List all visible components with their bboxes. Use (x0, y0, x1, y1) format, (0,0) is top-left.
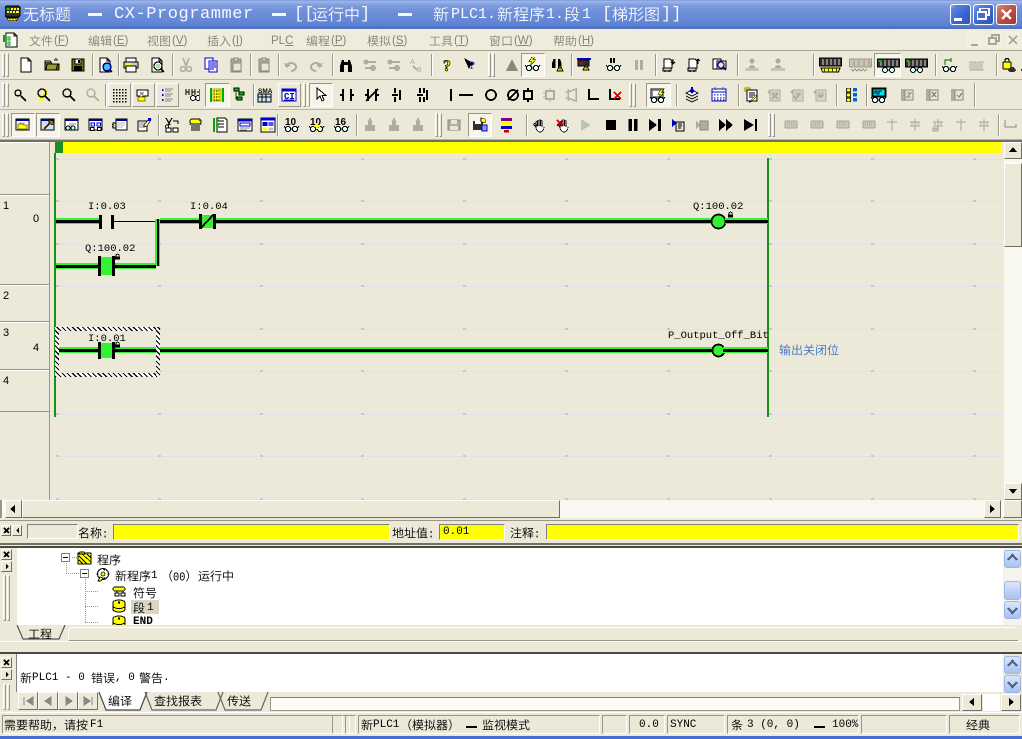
svg-text:?: ? (469, 58, 475, 72)
svg-text:A: A (410, 59, 415, 66)
svg-text:w: w (140, 91, 144, 97)
svg-text:?: ? (443, 58, 451, 73)
svg-text:B: B (417, 67, 422, 73)
